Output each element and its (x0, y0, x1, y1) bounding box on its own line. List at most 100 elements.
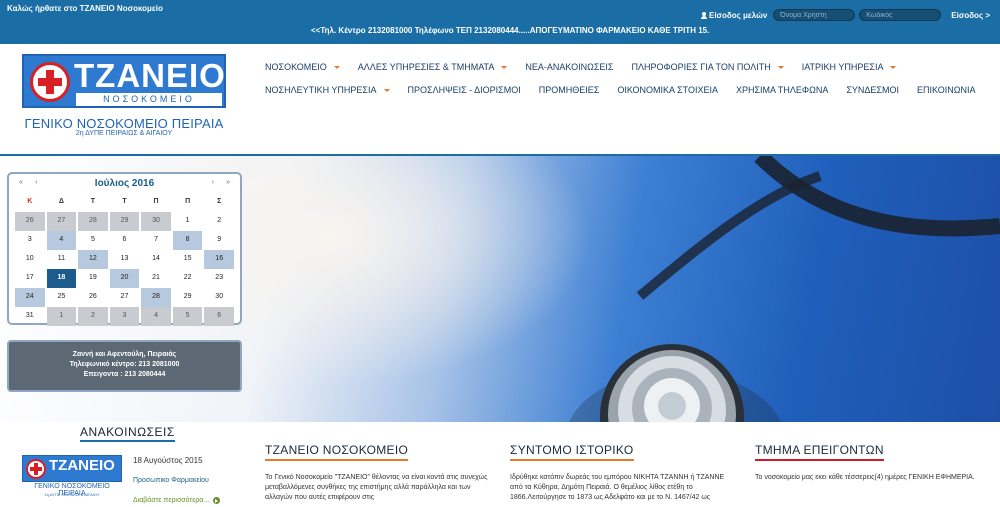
calendar-day[interactable]: 25 (47, 288, 77, 307)
weekday-header: Π (153, 198, 159, 205)
calendar-day[interactable]: 27 (110, 288, 140, 307)
announcements-title: ΑΝΑΚΟΙΝΩΣΕΙΣ (80, 425, 175, 442)
nav-label: ΠΛΗΡΟΦΟΡΙΕΣ ΓΙΑ ΤΟΝ ΠΟΛΙΤΗ (631, 62, 771, 72)
announcement-logo-subtagline: 2η ΔΥΠΕ ΠΕΙΡΑΙΩΣ & ΑΙΓΑΙΟΥ (44, 492, 100, 497)
calendar-day[interactable]: 11 (47, 250, 77, 269)
calendar-day[interactable]: 5 (78, 231, 108, 250)
calendar-day[interactable]: 27 (46, 212, 77, 231)
hospital-logo[interactable]: ΤΖΑΝΕΙΟ ΝΟΣΟΚΟΜΕΙΟ (22, 54, 226, 108)
password-input[interactable] (859, 9, 942, 21)
nav-citizen-info[interactable]: ΠΛΗΡΟΦΟΡΙΕΣ ΓΙΑ ΤΟΝ ΠΟΛΙΤΗ (631, 62, 784, 72)
calendar-day[interactable]: 14 (141, 250, 171, 269)
calendar-day[interactable]: 26 (15, 212, 45, 231)
calendar-day[interactable]: 30 (204, 288, 234, 307)
calendar-day[interactable]: 12 (78, 250, 108, 269)
calendar-day[interactable]: 29 (109, 212, 140, 231)
weekday-header: Δ (58, 198, 64, 205)
calendar-day[interactable]: 20 (109, 269, 140, 288)
calendar-day[interactable]: 28 (141, 288, 171, 307)
calendar-day[interactable]: 13 (110, 250, 140, 269)
announcement-date: 18 Αυγούστος 2015 (133, 456, 203, 465)
calendar-day[interactable]: 30 (141, 212, 171, 231)
calendar-day[interactable]: 3 (15, 231, 45, 250)
nav-label: ΕΠΙΚΟΙΝΩΝΙΑ (916, 85, 976, 95)
caret-down-icon (333, 65, 340, 69)
logo-subtitle: ΝΟΣΟΚΟΜΕΙΟ (76, 93, 222, 106)
calendar-day[interactable]: 6 (110, 231, 140, 250)
calendar-day[interactable]: 10 (15, 250, 45, 269)
red-cross-icon (30, 62, 70, 102)
marquee-text: <<Τηλ. Κέντρο 2132081000 Τηλέφωνο ΤΕΠ 21… (311, 26, 710, 35)
announcement-link[interactable]: Προσωπικο Φαρμακείου (133, 477, 209, 484)
nav-label: ΙΑΤΡΙΚΗ ΥΠΗΡΕΣΙΑ (801, 62, 884, 72)
nav-medical-service[interactable]: ΙΑΤΡΙΚΗ ΥΠΗΡΕΣΙΑ (802, 62, 897, 72)
red-cross-icon (26, 459, 46, 479)
history-text: Ιδρύθηκε κατόπιν δωρεάς του εμπόρου ΝΙΚΗ… (510, 474, 725, 501)
contact-phone: Τηλεφωνικό κέντρο: 213 2081000 (69, 361, 180, 368)
nav-links[interactable]: ΣΥΝΔΕΣΜΟΙ (846, 85, 899, 95)
calendar-day[interactable]: 6 (204, 307, 234, 326)
calendar-day[interactable]: 26 (78, 288, 108, 307)
history-title: ΣΥΝΤΟΜΟ ΙΣΤΟΡΙΚΟ (510, 443, 634, 461)
next-year-button[interactable]: » (226, 179, 230, 186)
nav-label: ΠΡΟΣΛΗΨΕΙΣ - ΔΙΟΡΙΣΜΟΙ (407, 85, 521, 95)
calendar-day-today[interactable]: 18 (46, 269, 77, 288)
calendar-day[interactable]: 5 (172, 307, 203, 326)
member-login-text: Είσοδος μελών (708, 10, 768, 20)
weekday-header: Τ (122, 198, 127, 205)
weekday-header: Π (185, 198, 191, 205)
top-bar: Καλώς ήρθατε στο ΤΖΑΝΕΙΟ Νοσοκομείο <<Τη… (0, 0, 1000, 44)
caret-down-icon (890, 65, 897, 69)
read-more-label: Διαβάστε περισσότερα... (133, 497, 210, 504)
announcement-logo: ΤΖΑΝΕΙΟ (22, 455, 122, 482)
calendar-day[interactable]: 8 (172, 231, 203, 250)
calendar-day[interactable]: 7 (141, 231, 171, 250)
calendar-day[interactable]: 4 (46, 231, 77, 250)
site-tagline: ΓΕΝΙΚΟ ΝΟΣΟΚΟΜΕΙΟ ΠΕΙΡΑΙΑ (24, 116, 224, 131)
calendar-day[interactable]: 1 (173, 212, 203, 231)
main-nav-row-1: ΝΟΣΟΚΟΜΕΙΟ ΑΛΛΕΣ ΥΠΗΡΕΣΙΕΣ & ΤΜΗΜΑΤΑ ΝΕΑ… (265, 62, 914, 72)
calendar-day[interactable]: 21 (141, 269, 171, 288)
calendar-day[interactable]: 2 (204, 212, 234, 231)
contact-address: Ζαννή και Αφεντούλη, Πειραιάς (72, 351, 177, 358)
nav-other-services[interactable]: ΑΛΛΕΣ ΥΠΗΡΕΣΙΕΣ & ΤΜΗΜΑΤΑ (358, 62, 508, 72)
calendar-day[interactable]: 3 (109, 307, 140, 326)
calendar-day[interactable]: 24 (15, 288, 45, 307)
calendar-day[interactable]: 31 (15, 307, 45, 326)
calendar-day[interactable]: 4 (141, 307, 171, 326)
nav-procurement[interactable]: ΠΡΟΜΗΘΕΙΕΣ (539, 85, 600, 95)
nav-label: ΑΛΛΕΣ ΥΠΗΡΕΣΙΕΣ & ΤΜΗΜΑΤΑ (357, 62, 495, 72)
weekday-header: Τ (90, 198, 96, 205)
site-subtagline: 2η ΔΥΠΕ ΠΕΙΡΑΙΩΣ & ΑΙΓΑΙΟΥ (75, 130, 173, 137)
calendar-day[interactable]: 17 (15, 269, 45, 288)
nav-hospital[interactable]: ΝΟΣΟΚΟΜΕΙΟ (265, 62, 340, 72)
read-more-link[interactable]: Διαβάστε περισσότερα... (133, 497, 221, 504)
calendar-day[interactable]: 19 (78, 269, 108, 288)
nav-phones[interactable]: ΧΡΗΣΙΜΑ ΤΗΛΕΦΩΝΑ (736, 85, 828, 95)
nav-label: ΟΙΚΟΝΟΜΙΚΑ ΣΤΟΙΧΕΙΑ (617, 85, 718, 95)
nav-hiring[interactable]: ΠΡΟΣΛΗΨΕΙΣ - ΔΙΟΡΙΣΜΟΙ (408, 85, 521, 95)
next-month-button[interactable]: › (212, 179, 214, 186)
calendar-day[interactable]: 9 (204, 231, 234, 250)
calendar-day[interactable]: 15 (173, 250, 203, 269)
nav-label: ΣΥΝΔΕΣΜΟΙ (846, 85, 899, 95)
nav-financials[interactable]: ΟΙΚΟΝΟΜΙΚΑ ΣΤΟΙΧΕΙΑ (617, 85, 718, 95)
nav-contact[interactable]: ΕΠΙΚΟΙΝΩΝΙΑ (917, 85, 975, 95)
login-button[interactable]: Είσοδος > (951, 11, 990, 20)
nav-news[interactable]: ΝΕΑ-ΑΝΑΚΟΙΝΩΣΕΙΣ (525, 62, 613, 72)
main-nav-row-2: ΝΟΣΗΛΕΥΤΙΚΗ ΥΠΗΡΕΣΙΑ ΠΡΟΣΛΗΨΕΙΣ - ΔΙΟΡΙΣ… (265, 85, 993, 95)
site-header: ΤΖΑΝΕΙΟ ΝΟΣΟΚΟΜΕΙΟ ΓΕΝΙΚΟ ΝΟΣΟΚΟΜΕΙΟ ΠΕΙ… (0, 44, 1000, 156)
username-input[interactable] (773, 9, 856, 21)
calendar-day[interactable]: 2 (78, 307, 108, 326)
about-text: Το Γενικό Νοσοκομείο "ΤΖΑΝΕΙΟ" θέλοντας … (265, 474, 488, 501)
calendar-day[interactable]: 23 (204, 269, 234, 288)
nav-label: ΠΡΟΜΗΘΕΙΕΣ (538, 85, 600, 95)
calendar-day[interactable]: 22 (173, 269, 203, 288)
calendar-day[interactable]: 16 (204, 250, 234, 269)
nav-nursing-service[interactable]: ΝΟΣΗΛΕΥΤΙΚΗ ΥΠΗΡΕΣΙΑ (265, 85, 390, 95)
caret-down-icon (777, 65, 784, 69)
calendar-day[interactable]: 1 (46, 307, 77, 326)
calendar-day[interactable]: 29 (173, 288, 203, 307)
calendar-header: « ‹ Ιούλιος 2016 › » (15, 178, 234, 192)
calendar-day[interactable]: 28 (78, 212, 108, 231)
